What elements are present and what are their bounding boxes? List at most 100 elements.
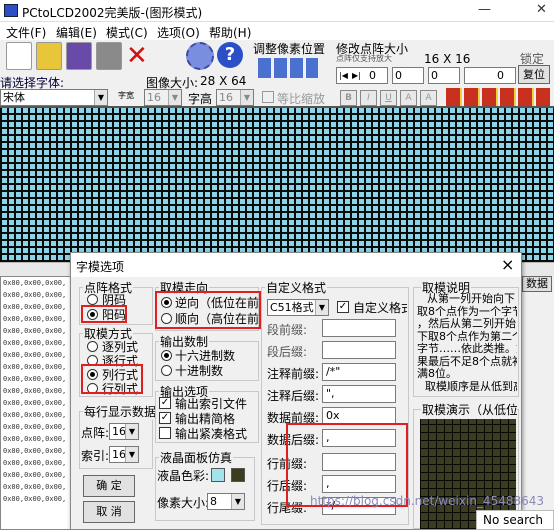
pixel-size-select[interactable]: 8 ▼ [207,493,245,510]
generate-icon[interactable] [96,42,122,70]
font-a-button-2[interactable]: A [420,90,437,106]
output-text-area[interactable]: 0x00,0x00,0x00, 0x00,0x00,0x00, 0x00,0x0… [0,276,75,530]
output-line: 0x00,0x00,0x00, [3,375,67,383]
comment-suffix-input[interactable]: ", [322,385,396,403]
radio-hex[interactable] [161,350,172,361]
dialog-title-bar: 字模选项 × [71,253,521,277]
close-window-icon[interactable]: ✕ [536,2,547,17]
font-a-button-1[interactable]: A [400,90,417,106]
dialog-close-icon[interactable]: × [501,255,514,274]
highlight-direction [155,291,261,329]
radio-decimal[interactable] [161,365,172,376]
dot-count-label: 点阵: [81,426,110,440]
segment-suffix-input[interactable] [322,341,396,359]
lcd-color-swatch-2[interactable] [231,468,245,482]
format-select[interactable]: C51格式 ▼ [267,299,329,316]
lcd-title: 液晶面板仿真 [159,449,234,466]
height-select[interactable]: 16 ▼ [216,89,254,106]
explain-text: 从第一列开始向下 取8个点作为一个字节 ，然后从第二列开始向 下取8个点作为第二… [417,293,517,395]
index-count-select[interactable]: 16 ▼ [109,446,139,463]
checkbox-compact[interactable]: ✓ [159,412,171,424]
ratio-label: 等比缩放 [277,92,326,106]
open-folder-icon[interactable] [36,42,62,70]
comment-prefix-input[interactable]: /*" [322,363,396,381]
dot-matrix-grid[interactable] [0,106,554,262]
output-line: 0x00,0x00,0x00, [3,411,67,419]
chevron-down-icon: ▼ [315,300,328,315]
explain-line: 满8位。 [417,367,457,380]
menu-help[interactable]: 帮助(H) [209,24,251,41]
help-icon[interactable]: ? [217,42,243,68]
menu-bar: 文件(F) 编辑(E) 模式(C) 选项(O) 帮助(H) [0,22,554,40]
field-label: 段前缀: [267,323,308,337]
italic-button[interactable]: I [360,90,377,106]
field-label: 注释后缀: [267,389,320,403]
chevron-down-icon: ▼ [125,424,138,439]
ratio-checkbox[interactable] [262,91,274,103]
settings-gear-icon[interactable] [186,42,214,70]
chevron-down-icon: ▼ [94,90,107,105]
output-line: 0x00,0x00,0x00, [3,351,67,359]
explain-line: ，然后从第二列开始向 [417,317,517,330]
menu-edit[interactable]: 编辑(E) [56,24,97,41]
ok-button[interactable]: 确 定 [83,475,135,497]
watermark: https://blog.csdn.net/weixin_45488643 [310,494,545,508]
adjust-label: 调整像素位置 [253,42,326,56]
underline-button[interactable]: U [380,90,397,106]
radio-negative[interactable] [87,294,98,305]
checkbox-index-file[interactable]: ✓ [159,397,171,409]
app-icon [4,4,18,17]
search-status: No search [476,510,554,530]
delete-icon[interactable]: ✕ [126,42,148,70]
modify-spin-1[interactable]: 0 [392,67,424,84]
minimize-icon[interactable]: — [478,2,491,17]
bold-button[interactable]: B [340,90,357,106]
segment-prefix-input[interactable] [322,319,396,337]
chevron-down-icon: ▼ [168,90,181,105]
modify-hint: 点阵仅支持放大 [336,54,392,63]
new-file-icon[interactable] [6,42,32,70]
transform-icons[interactable] [446,88,550,106]
per-line-title: 每行显示数据 [83,403,158,420]
chevron-down-icon: ▼ [240,90,253,105]
image-size-value: 28 X 64 [200,74,247,88]
save-icon[interactable] [66,42,92,70]
pixel-size-label: 像素大小: [157,496,210,510]
font-select[interactable]: 宋体 ▼ [0,89,108,106]
output-line: 0x00,0x00,0x00, [3,363,67,371]
height-label: 字高 [188,92,213,106]
dialog-title: 字模选项 [76,260,125,274]
modify-width-input[interactable]: |◀ ▶| 0 [336,67,388,84]
output-line: 0x00,0x00,0x00, [3,399,67,407]
title-bar: PCtoLCD2002完美版-(图形模式) — ✕ [0,0,554,22]
modify-height-input[interactable]: 0 [464,67,516,84]
output-line: 0x00,0x00,0x00, [3,387,67,395]
window-title: PCtoLCD2002完美版-(图形模式) [22,6,203,20]
checkbox-tight[interactable] [159,427,171,439]
label-decimal: 十进制数 [175,364,224,378]
width-select[interactable]: 16 ▼ [144,89,182,106]
custom-format-checkbox[interactable]: ✓ [337,301,349,313]
menu-options[interactable]: 选项(O) [157,24,200,41]
highlight-positive [81,305,127,323]
dot-count-select[interactable]: 16 ▼ [109,423,139,440]
radio-column[interactable] [87,341,98,352]
modify-spin-2[interactable]: 0 [428,67,460,84]
output-line: 0x00,0x00,0x00, [3,459,67,467]
field-label: 段后缀: [267,345,308,359]
data-button[interactable]: 数据 [522,276,552,292]
modify-size-value: 16 X 16 [424,52,471,66]
toolbar: ✕ ? 调整像素位置 修改点阵大小 点阵仅支持放大 16 X 16 锁定 |◀ … [0,40,554,106]
size-prefix: 字宽 [118,91,134,100]
index-count-label: 索引: [81,449,110,463]
output-line: 0x00,0x00,0x00, [3,315,67,323]
adjust-arrows-icon[interactable] [258,58,318,78]
custom-format-label: 自定义格式 [353,301,407,315]
output-line: 0x00,0x00,0x00, [3,339,67,347]
menu-mode[interactable]: 模式(C) [106,24,148,41]
cancel-button[interactable]: 取 消 [83,501,135,523]
output-line: 0x00,0x00,0x00, [3,423,67,431]
reset-button[interactable]: 复位 [518,65,550,84]
lcd-color-swatch-1[interactable] [211,468,225,482]
menu-file[interactable]: 文件(F) [6,24,46,41]
